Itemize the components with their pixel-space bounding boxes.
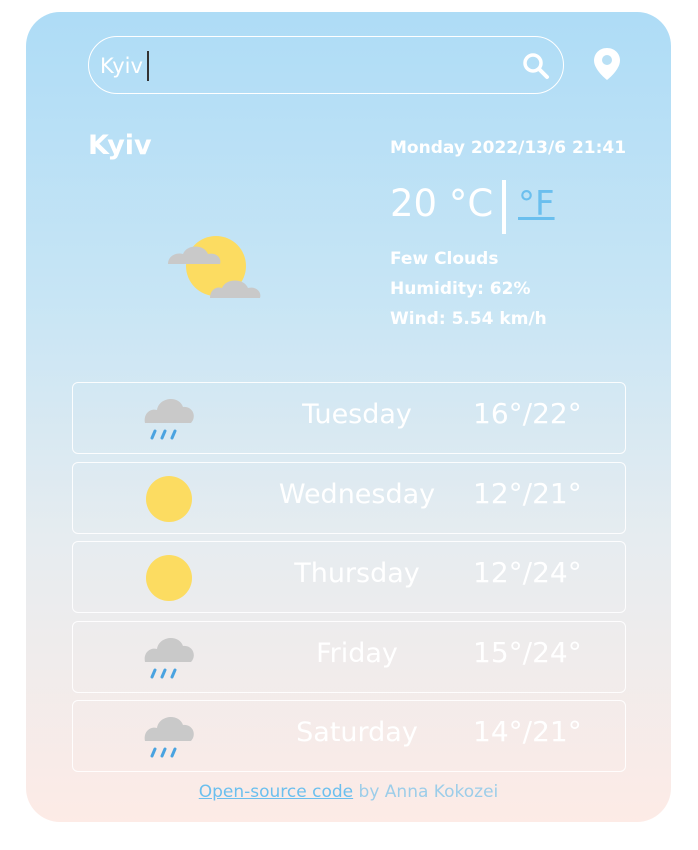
sun-icon [146,475,192,522]
forecast-day: Tuesday [302,399,412,430]
rain-icon [144,399,194,440]
forecast-temp: 12°/24° [473,556,582,589]
forecast-temp: 16°/22° [473,397,582,430]
forecast-day: Friday [316,637,398,669]
location-pin-icon[interactable] [592,46,622,82]
humidity-text: Humidity: 62% [390,279,531,299]
search-input[interactable] [100,51,500,81]
source-code-link[interactable]: Open-source code [199,782,353,802]
fahrenheit-link[interactable]: °F [518,184,555,224]
forecast-day: Thursday [294,558,420,589]
author-credit: by Anna Kokozei [353,782,499,802]
sun-icon [146,555,192,601]
search-bar [88,36,564,94]
wind-text: Wind: 5.54 km/h [390,309,547,329]
current-datetime: Monday 2022/13/6 21:41 [390,138,627,158]
footer: Open-source code by Anna Kokozei [26,782,671,802]
forecast-row: Thursday 12°/24° [72,541,626,613]
forecast-temp: 15°/24° [473,635,582,669]
rain-icon [144,717,194,758]
weather-description: Few Clouds [390,249,499,269]
weather-app-card: Kyiv Monday 2022/13/6 21:41 20 °C °F Few… [26,12,671,822]
unit-divider [502,180,506,234]
forecast-row: Tuesday 16°/22° [72,382,626,454]
forecast-temp: 14°/21° [473,715,582,748]
city-name: Kyiv [88,130,152,161]
forecast-row: Saturday 14°/21° [72,700,626,772]
forecast-list: Tuesday 16°/22° Wednesday 12°/21° Thursd… [72,382,626,780]
forecast-temp: 12°/21° [473,476,582,510]
forecast-row: Wednesday 12°/21° [72,461,626,534]
text-caret [147,51,149,81]
search-icon[interactable] [521,51,551,81]
few-clouds-icon [168,236,261,298]
forecast-row: Friday 15°/24° [72,620,626,693]
weather-details: Few Clouds Humidity: 62% Wind: 5.54 km/h [390,244,547,334]
forecast-day: Wednesday [278,478,436,510]
rain-icon [144,637,194,678]
current-temperature: 20 °C [390,182,494,225]
forecast-day: Saturday [296,717,418,748]
